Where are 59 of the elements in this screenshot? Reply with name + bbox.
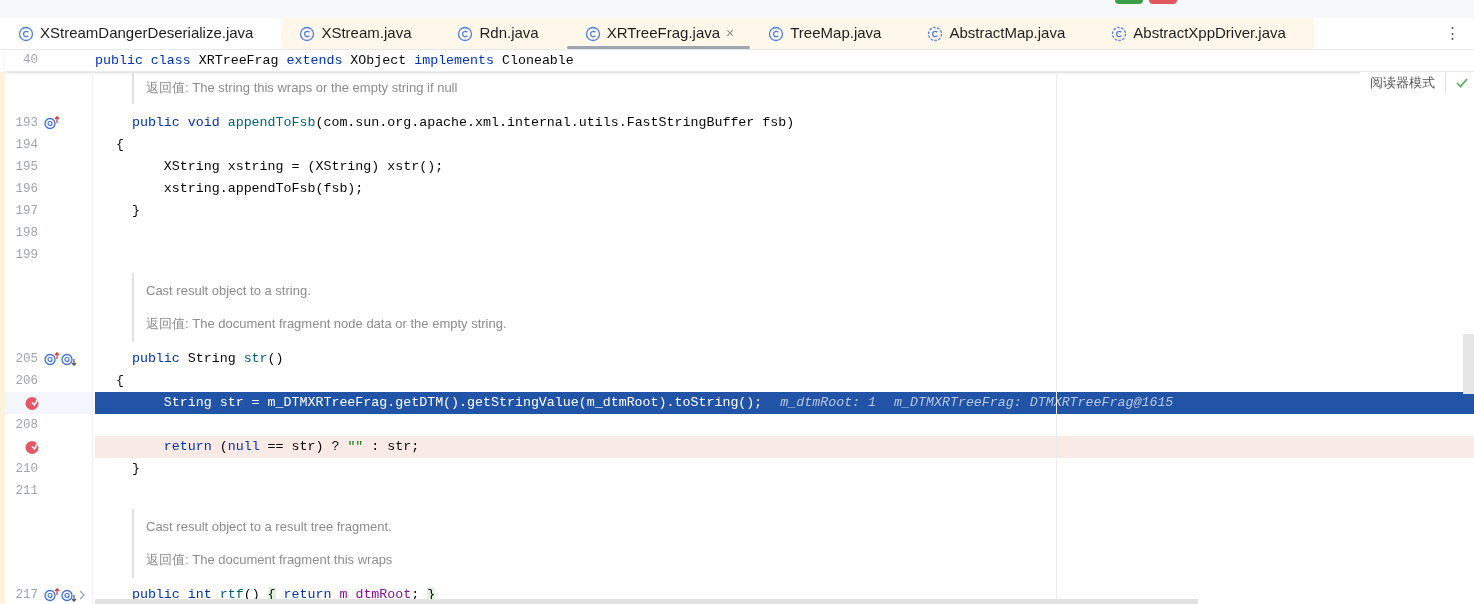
code-line: return (null == str) ? "" : str; xyxy=(162,438,420,457)
editor-tab[interactable]: Rdn.java xyxy=(439,18,567,49)
class-icon xyxy=(768,25,785,42)
doc-comment: 返回值: The document fragment node data or the empty string. xyxy=(146,315,507,333)
line-number: 211 xyxy=(15,482,38,500)
code-line: String str = m_DTMXRTreeFrag.getDTM().getStringValue(m_dtmRoot).toString(); xyxy=(162,394,763,413)
overrides-method-icon[interactable] xyxy=(44,588,60,602)
editor-tab[interactable]: XRTreeFrag.java × xyxy=(566,18,751,49)
doc-comment: Cast result object to a result tree fragment. xyxy=(146,517,393,536)
toolbar-button[interactable] xyxy=(1149,0,1177,4)
doc-comment: 返回值: The string this wraps or the empty string if null xyxy=(146,79,458,98)
doc-comment: 返回值: The document fragment this wraps xyxy=(146,551,393,569)
line-number: 208 xyxy=(15,416,38,434)
line-number: 205 xyxy=(15,350,38,368)
fold-chevron-icon[interactable] xyxy=(78,590,86,600)
vertical-scrollbar[interactable] xyxy=(1463,334,1474,394)
breakpoint-icon[interactable] xyxy=(24,439,40,455)
code-line: { xyxy=(114,372,124,391)
code-line: xstring.appendToFsb(fsb); xyxy=(162,180,364,199)
line-number: 195 xyxy=(15,158,38,176)
editor-tab[interactable]: XStream.java xyxy=(281,18,440,49)
class-icon xyxy=(457,25,474,42)
line-number: 196 xyxy=(15,180,38,198)
class-icon xyxy=(299,25,316,42)
doc-comment: Cast result object to a string. xyxy=(146,281,312,300)
implemented-method-icon[interactable] xyxy=(61,352,77,366)
inlay-hint: m_dtmRoot: 1 xyxy=(780,394,877,413)
editor-tab[interactable]: TreeMap.java xyxy=(750,18,910,49)
line-number: 217 xyxy=(15,586,38,604)
line-number: 194 xyxy=(15,136,38,154)
code-line: } xyxy=(130,202,140,221)
line-number: 197 xyxy=(15,202,38,220)
code-line: public String str() xyxy=(130,350,284,369)
code-line: { xyxy=(114,136,124,155)
horizontal-scrollbar[interactable] xyxy=(95,599,1198,604)
line-number: 206 xyxy=(15,372,38,390)
code-line: } xyxy=(130,460,140,479)
overrides-method-icon[interactable] xyxy=(44,352,60,366)
line-number: 210 xyxy=(15,460,38,478)
abstract-class-icon xyxy=(1111,25,1128,42)
overrides-method-icon[interactable] xyxy=(44,116,60,130)
check-icon xyxy=(1456,78,1468,88)
editor-tab[interactable]: AbstractXppDriver.java xyxy=(1093,18,1314,49)
line-number: 198 xyxy=(15,224,38,242)
class-icon xyxy=(18,25,34,42)
line-number: 193 xyxy=(15,114,38,132)
more-menu[interactable]: ⋮ xyxy=(1445,22,1474,45)
breakpoint-icon[interactable] xyxy=(24,395,40,411)
implemented-method-icon[interactable] xyxy=(61,588,77,602)
line-number: 40 xyxy=(22,52,39,70)
abstract-class-icon xyxy=(927,25,944,42)
editor-tab[interactable]: AbstractMap.java xyxy=(909,18,1094,49)
toolbar-button[interactable] xyxy=(1115,0,1143,4)
code-line: public void appendToFsb(com.sun.org.apache.xml.internal.utils.FastStringBuffer fsb) xyxy=(130,114,795,133)
sticky-code-line: public class XRTreeFrag extends XObject implements Cloneable xyxy=(95,51,574,70)
reader-mode-button[interactable]: 阅读器模式 xyxy=(1370,73,1446,93)
code-line: XString xstring = (XString) xstr(); xyxy=(162,158,444,177)
class-icon xyxy=(584,25,601,42)
line-number: 199 xyxy=(15,246,38,264)
